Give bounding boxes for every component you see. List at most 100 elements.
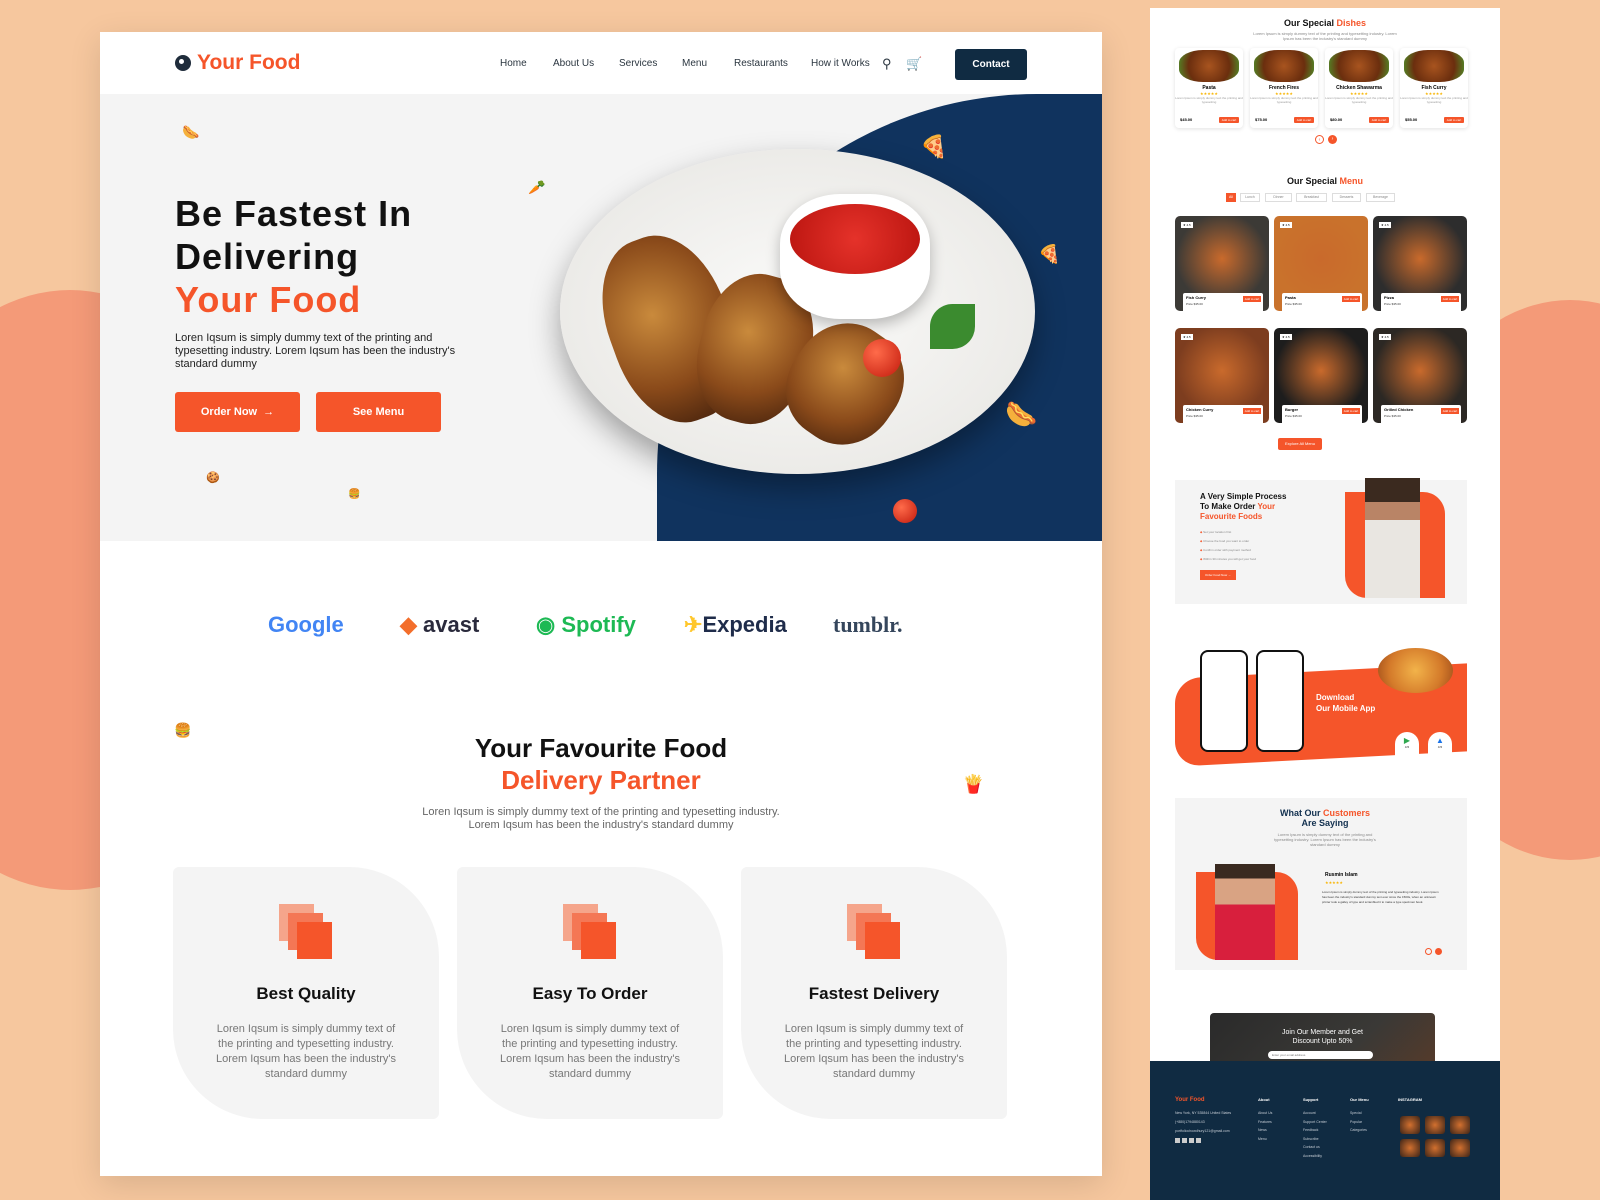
instagram-photo[interactable] <box>1450 1116 1470 1134</box>
dish-card[interactable]: Pasta ★★★★★ Lorem Ipsum is simply dummy … <box>1175 48 1243 128</box>
add-to-cart-button[interactable]: Add to cart <box>1342 408 1360 414</box>
add-to-cart-button[interactable]: Add to cart <box>1243 408 1261 414</box>
app-store-button[interactable]: ▲ 4.5 <box>1428 732 1452 762</box>
footer-link[interactable]: About Us <box>1258 1111 1272 1115</box>
sauce-image <box>790 204 920 274</box>
feature-text: Loren Iqsum is simply dummy text of the … <box>499 1023 681 1080</box>
cart-icon[interactable]: 🛒 <box>906 56 922 72</box>
add-to-cart-button[interactable]: Add to cart <box>1243 296 1261 302</box>
footer-link[interactable]: Account <box>1303 1111 1316 1115</box>
nav-about[interactable]: About Us <box>553 58 594 69</box>
footer-link[interactable]: Popular <box>1350 1120 1362 1124</box>
testimonial-prev-button[interactable] <box>1425 948 1432 955</box>
newsletter-email-input[interactable] <box>1268 1051 1373 1059</box>
add-to-cart-button[interactable]: Add to cart <box>1294 117 1314 123</box>
menu-item-price: Price $35.00 <box>1186 302 1203 306</box>
menu-card[interactable]: ★ 4.5 Burger Price $35.00 Add to cart <box>1274 328 1368 423</box>
dish-price: $45.00 <box>1180 117 1193 122</box>
landing-page-main: Your Food Home About Us Services Menu Re… <box>100 32 1102 1176</box>
avast-icon: ◆ <box>400 612 417 637</box>
footer: Your Food New York, NY 535844 United Sta… <box>1150 1061 1500 1200</box>
footer-link[interactable]: Menu <box>1258 1137 1267 1141</box>
instagram-photo[interactable] <box>1400 1139 1420 1157</box>
menu-item-price: Price $35.00 <box>1384 302 1401 306</box>
footer-link[interactable]: Accessibility <box>1303 1154 1322 1158</box>
hero-section: Be Fastest In Delivering Your Food Loren I… <box>100 94 1102 541</box>
nav-how-it-works[interactable]: How it Works <box>811 58 870 69</box>
search-icon[interactable]: ⚲ <box>882 56 892 72</box>
dish-image <box>1254 50 1314 82</box>
menu-item-name: Chicken Curry <box>1186 407 1214 412</box>
footer-link[interactable]: Special <box>1350 1111 1361 1115</box>
twitter-icon[interactable] <box>1182 1138 1187 1143</box>
instagram-photo[interactable] <box>1450 1139 1470 1157</box>
menu-card[interactable]: ★ 4.5 Fish Curry Price $35.00 Add to car… <box>1175 216 1269 311</box>
customer-rating: ★★★★★ <box>1325 880 1343 885</box>
menu-tab[interactable]: Beverage <box>1366 193 1395 202</box>
dishes-next-button[interactable]: › <box>1328 135 1337 144</box>
add-to-cart-button[interactable]: Add to cart <box>1444 117 1464 123</box>
dish-card[interactable]: French Fires ★★★★★ Lorem Ipsum is simply… <box>1250 48 1318 128</box>
menu-tab[interactable]: Lunch <box>1240 193 1260 202</box>
menu-rating-badge: ★ 4.5 <box>1379 334 1391 340</box>
instagram-icon[interactable] <box>1196 1138 1201 1143</box>
footer-link[interactable]: Feedback <box>1303 1128 1318 1132</box>
menu-card[interactable]: ★ 4.5 Pizza Price $35.00 Add to cart <box>1373 216 1467 311</box>
partner-tumblr: tumblr. <box>833 612 903 637</box>
explore-all-menu-button[interactable]: Explore All Menu <box>1278 438 1322 450</box>
footer-email[interactable]: portfoliochowdhury121@gmail.com <box>1175 1129 1230 1133</box>
footer-link[interactable]: Support Center <box>1303 1120 1327 1124</box>
instagram-photo[interactable] <box>1425 1116 1445 1134</box>
nav-menu[interactable]: Menu <box>682 58 707 69</box>
dishes-prev-button[interactable]: ‹ <box>1315 135 1324 144</box>
order-now-button[interactable]: Order Now → <box>175 392 300 432</box>
instagram-photo[interactable] <box>1400 1116 1420 1134</box>
order-food-now-button[interactable]: Order Food Now → <box>1200 570 1236 580</box>
add-to-cart-button[interactable]: Add to cart <box>1219 117 1239 123</box>
process-step: ◆ Set your location first <box>1200 530 1232 534</box>
menu-rating-badge: ★ 4.5 <box>1181 222 1193 228</box>
nav-restaurants[interactable]: Restaurants <box>734 58 788 69</box>
play-store-icon: ▶ <box>1403 736 1411 745</box>
add-to-cart-button[interactable]: Add to cart <box>1342 296 1360 302</box>
facebook-icon[interactable] <box>1175 1138 1180 1143</box>
menu-tab[interactable]: All <box>1226 193 1236 202</box>
footer-link[interactable]: Subscribe <box>1303 1137 1319 1141</box>
landing-page-preview: Our Special Dishes Lorem Ipsum is simply… <box>1150 8 1500 1200</box>
add-to-cart-button[interactable]: Add to cart <box>1441 408 1459 414</box>
feature-title: Best Quality <box>256 984 356 1003</box>
footer-link[interactable]: Contact us <box>1303 1145 1320 1149</box>
nav-home[interactable]: Home <box>500 58 527 69</box>
process-step: ◆ Within 30 minutes you will get your fo… <box>1200 557 1257 561</box>
pizza-image <box>1378 648 1453 693</box>
menu-tab[interactable]: Breakfast <box>1296 193 1327 202</box>
linkedin-icon[interactable] <box>1189 1138 1194 1143</box>
menu-card[interactable]: ★ 4.5 Pasta Price $35.00 Add to cart <box>1274 216 1368 311</box>
contact-button[interactable]: Contact <box>955 49 1027 80</box>
google-play-button[interactable]: ▶ 4.5 <box>1395 732 1419 762</box>
see-menu-button[interactable]: See Menu <box>316 392 441 432</box>
instagram-photo[interactable] <box>1425 1139 1445 1157</box>
menu-tab[interactable]: Dinner <box>1265 193 1292 202</box>
dish-card[interactable]: Fish Curry ★★★★★ Lorem Ipsum is simply d… <box>1400 48 1468 128</box>
process-title: A Very Simple Process To Make Order Your F… <box>1200 492 1287 521</box>
logo[interactable]: Your Food <box>175 51 300 75</box>
feature-title: Fastest Delivery <box>808 984 940 1003</box>
tomato-image <box>863 339 901 377</box>
cookie-icon: 🍪 <box>206 472 220 484</box>
footer-link[interactable]: Features <box>1258 1120 1272 1124</box>
hotdog-icon: 🌭 <box>182 124 200 140</box>
add-to-cart-button[interactable]: Add to cart <box>1441 296 1459 302</box>
menu-tab[interactable]: Desserts <box>1332 193 1361 202</box>
menu-card[interactable]: ★ 4.5 Grilled Chicken Price $35.00 Add t… <box>1373 328 1467 423</box>
dish-card[interactable]: Chicken Shawarma ★★★★★ Lorem Ipsum is si… <box>1325 48 1393 128</box>
nav-services[interactable]: Services <box>619 58 657 69</box>
menu-card[interactable]: ★ 4.5 Chicken Curry Price $35.00 Add to … <box>1175 328 1269 423</box>
footer-link[interactable]: News <box>1258 1128 1267 1132</box>
step-bullet-icon: ◆ <box>1200 548 1203 552</box>
special-dishes-subtitle: Lorem Ipsum is simply dummy text of the … <box>1253 31 1397 41</box>
footer-link[interactable]: Categories <box>1350 1128 1367 1132</box>
features-subtitle: Loren Iqsum is simply dummy text of the … <box>422 806 780 831</box>
add-to-cart-button[interactable]: Add to cart <box>1369 117 1389 123</box>
testimonial-next-button[interactable] <box>1435 948 1442 955</box>
